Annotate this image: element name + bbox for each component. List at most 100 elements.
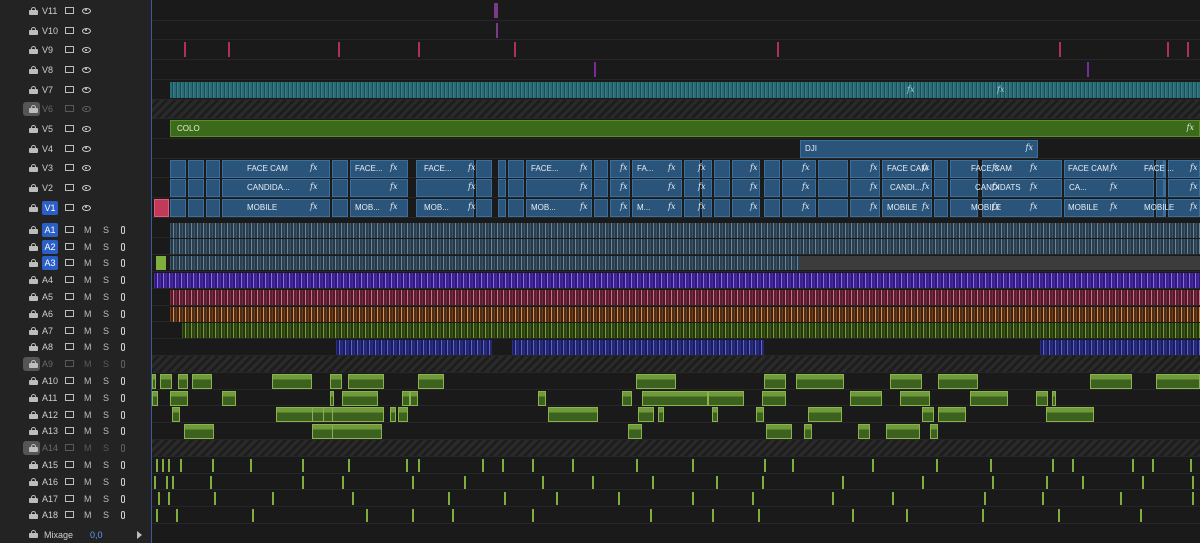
sync-lock-icon[interactable] <box>65 360 74 368</box>
audio-clip[interactable] <box>842 475 844 489</box>
video-clip[interactable] <box>170 199 186 217</box>
mute-button[interactable]: M <box>84 376 92 386</box>
microphone-icon[interactable] <box>121 427 125 436</box>
solo-button[interactable]: S <box>103 477 109 487</box>
video-lane[interactable] <box>152 99 1200 120</box>
audio-clip[interactable] <box>1082 475 1084 489</box>
audio-clip[interactable] <box>1120 492 1122 506</box>
audio-clip[interactable] <box>556 492 558 506</box>
audio-clip[interactable] <box>764 373 786 389</box>
audio-clip[interactable] <box>892 492 894 506</box>
video-clip[interactable] <box>1156 179 1164 198</box>
track-name[interactable]: A9 <box>42 359 60 369</box>
solo-button[interactable]: S <box>103 242 109 252</box>
audio-clip[interactable] <box>1052 390 1056 406</box>
eye-icon[interactable] <box>82 27 91 34</box>
clip-marker[interactable] <box>496 3 498 18</box>
clip-marker[interactable] <box>1167 42 1169 58</box>
audio-clip[interactable] <box>938 407 966 423</box>
audio-clip[interactable] <box>872 458 874 472</box>
track-name[interactable]: A17 <box>42 494 60 504</box>
video-clip[interactable] <box>498 159 506 178</box>
audio-clip[interactable] <box>1042 492 1044 506</box>
sync-lock-icon[interactable] <box>65 259 74 267</box>
audio-clip[interactable] <box>592 475 594 489</box>
microphone-icon[interactable] <box>121 326 125 335</box>
audio-clip[interactable] <box>800 256 1200 271</box>
solo-button[interactable]: S <box>103 309 109 319</box>
audio-clip[interactable] <box>764 458 766 472</box>
sync-lock-icon[interactable] <box>65 461 74 469</box>
video-clip[interactable] <box>714 159 730 178</box>
video-clip[interactable] <box>498 179 506 198</box>
audio-clip[interactable] <box>766 424 792 440</box>
clip-marker[interactable] <box>777 42 779 58</box>
track-lock-icon[interactable] <box>29 360 38 369</box>
solo-button[interactable]: S <box>103 460 109 470</box>
audio-clip[interactable] <box>992 475 994 489</box>
audio-clip[interactable] <box>332 407 384 423</box>
audio-clip[interactable] <box>1040 340 1200 356</box>
solo-button[interactable]: S <box>103 376 109 386</box>
audio-clip[interactable] <box>332 424 382 440</box>
audio-clip[interactable] <box>890 373 922 389</box>
audio-clip[interactable] <box>330 390 334 406</box>
audio-clip[interactable] <box>170 222 1200 238</box>
video-clip[interactable] <box>934 199 948 217</box>
audio-clip[interactable] <box>1036 390 1048 406</box>
microphone-icon[interactable] <box>121 511 125 520</box>
audio-clip[interactable] <box>636 373 676 389</box>
clip-marker[interactable] <box>496 22 498 38</box>
audio-clip[interactable] <box>410 390 418 406</box>
clip-marker[interactable] <box>184 42 186 58</box>
mute-button[interactable]: M <box>84 342 92 352</box>
audio-clip[interactable] <box>176 509 178 523</box>
microphone-icon[interactable] <box>121 343 125 352</box>
audio-clip[interactable] <box>716 475 718 489</box>
audio-clip[interactable] <box>252 509 254 523</box>
audio-clip[interactable] <box>166 475 168 489</box>
audio-clip[interactable] <box>658 407 664 423</box>
microphone-icon[interactable] <box>121 309 125 318</box>
clip-marker[interactable] <box>594 62 596 78</box>
audio-clip[interactable] <box>922 475 924 489</box>
audio-clip[interactable] <box>758 509 760 523</box>
audio-clip[interactable] <box>168 492 170 506</box>
track-name[interactable]: V11 <box>42 6 60 16</box>
audio-clip[interactable] <box>900 390 930 406</box>
sync-lock-icon[interactable] <box>65 444 74 452</box>
solo-button[interactable]: S <box>103 258 109 268</box>
audio-clip[interactable] <box>692 492 694 506</box>
audio-clip[interactable] <box>152 390 158 406</box>
audio-clip[interactable] <box>538 390 546 406</box>
audio-lane[interactable] <box>152 355 1200 373</box>
audio-clip[interactable] <box>712 407 718 423</box>
audio-clip[interactable] <box>398 407 408 423</box>
audio-clip[interactable] <box>852 509 854 523</box>
track-name[interactable]: A7 <box>42 326 60 336</box>
teal-clip-strip[interactable] <box>170 81 1200 98</box>
video-clip[interactable] <box>782 179 816 198</box>
audio-clip[interactable] <box>342 475 344 489</box>
track-name[interactable]: A4 <box>42 275 60 285</box>
audio-lane[interactable] <box>152 474 1200 491</box>
sync-lock-icon[interactable] <box>65 26 74 34</box>
sync-lock-icon[interactable] <box>65 326 74 334</box>
audio-clip[interactable] <box>172 475 174 489</box>
mute-button[interactable]: M <box>84 258 92 268</box>
video-clip[interactable] <box>508 199 524 217</box>
audio-clip[interactable] <box>512 340 764 356</box>
audio-clip[interactable] <box>622 390 632 406</box>
microphone-icon[interactable] <box>121 360 125 369</box>
audio-clip[interactable] <box>808 407 842 423</box>
audio-lane[interactable] <box>152 457 1200 474</box>
track-lock-icon[interactable] <box>29 65 38 74</box>
audio-clip[interactable] <box>712 509 714 523</box>
audio-clip[interactable] <box>762 390 786 406</box>
sync-lock-icon[interactable] <box>65 65 74 73</box>
audio-clip[interactable] <box>412 509 414 523</box>
mute-button[interactable]: M <box>84 477 92 487</box>
eye-icon[interactable] <box>82 106 91 113</box>
audio-lane[interactable] <box>152 423 1200 440</box>
track-name[interactable]: A11 <box>42 393 60 403</box>
